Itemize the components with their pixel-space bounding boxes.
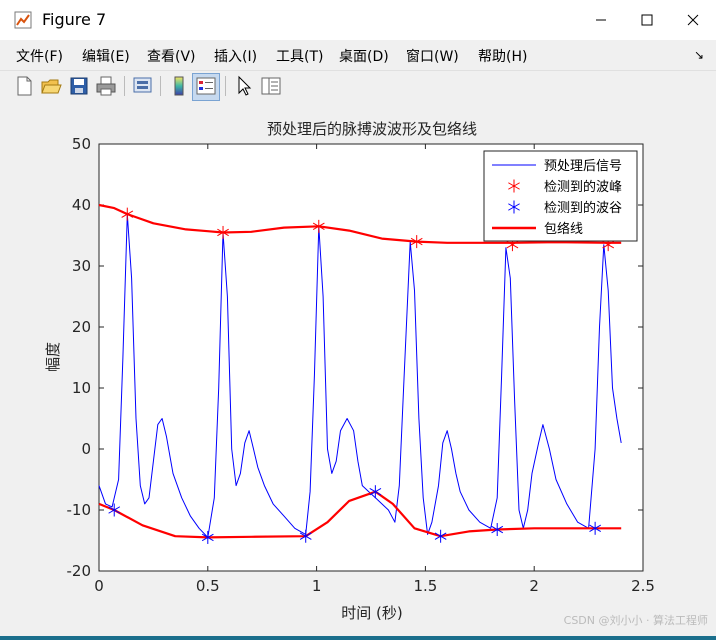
x-tick-label: 2 xyxy=(529,577,539,595)
figure-canvas: 预处理后的脉搏波波形及包络线 0 0.5 1 1.5 2 2.5 -20 -10 0 10 20 30… xyxy=(0,103,716,636)
new-figure-icon[interactable] xyxy=(12,74,36,98)
watermark: CSDN @刘小小 · 算法工程师 xyxy=(563,614,708,627)
y-tick-label: 50 xyxy=(72,135,91,153)
menu-insert[interactable]: 插入(I) xyxy=(214,46,257,66)
x-tick-label: 0 xyxy=(94,577,104,595)
x-tick-label: 1.5 xyxy=(413,577,437,595)
toolbar-separator xyxy=(225,76,226,96)
print-preview-icon[interactable] xyxy=(131,74,155,98)
maximize-button[interactable] xyxy=(624,0,670,40)
menu-help[interactable]: 帮助(H) xyxy=(478,46,527,66)
title-bar: Figure 7 xyxy=(0,0,716,40)
window-title: Figure 7 xyxy=(42,10,107,29)
y-tick-label: 20 xyxy=(72,318,91,336)
y-tick-label: 10 xyxy=(72,379,91,397)
minimize-icon xyxy=(596,19,606,21)
menu-bar: 文件(F) 编辑(E) 查看(V) 插入(I) 工具(T) 桌面(D) 窗口(W… xyxy=(0,40,716,70)
print-icon[interactable] xyxy=(94,74,118,98)
x-tick-label: 0.5 xyxy=(196,577,220,595)
menu-file[interactable]: 文件(F) xyxy=(16,46,63,66)
y-tick-label: 0 xyxy=(81,440,91,458)
y-tick-label: 30 xyxy=(72,257,91,275)
toolbar-separator xyxy=(124,76,125,96)
menu-window[interactable]: 窗口(W) xyxy=(406,46,459,66)
legend-entry-label: 检测到的波峰 xyxy=(544,179,622,195)
x-tick-label: 1 xyxy=(312,577,322,595)
property-editor-icon[interactable] xyxy=(259,74,283,98)
y-axis-label: 幅度 xyxy=(44,342,62,372)
save-icon[interactable] xyxy=(67,74,91,98)
matlab-figure-icon xyxy=(14,11,32,29)
legend[interactable]: 预处理后信号检测到的波峰检测到的波谷包络线 xyxy=(483,150,638,242)
close-icon xyxy=(687,14,699,26)
legend-icon[interactable] xyxy=(194,74,218,98)
legend-entry-label: 预处理后信号 xyxy=(544,159,622,174)
pointer-icon[interactable] xyxy=(232,74,256,98)
close-button[interactable] xyxy=(670,0,716,40)
menu-view[interactable]: 查看(V) xyxy=(147,46,196,66)
figure-window: Figure 7 文件(F) 编辑(E) 查看(V) 插入(I) 工具(T) 桌… xyxy=(0,0,716,636)
menu-tools[interactable]: 工具(T) xyxy=(276,46,323,66)
chart[interactable]: 预处理后的脉搏波波形及包络线 0 0.5 1 1.5 2 2.5 -20 -10 0 10 20 30… xyxy=(0,103,716,636)
toolbar-separator xyxy=(160,76,161,96)
colorbar-icon[interactable] xyxy=(167,74,191,98)
legend-entry-label: 检测到的波谷 xyxy=(544,200,622,216)
x-tick-label: 2.5 xyxy=(631,577,655,595)
menu-desktop[interactable]: 桌面(D) xyxy=(339,46,389,66)
dock-arrow-icon[interactable]: ↘ xyxy=(694,48,704,62)
maximize-icon xyxy=(641,14,653,26)
y-tick-label: -10 xyxy=(67,501,92,519)
minimize-button[interactable] xyxy=(578,0,624,40)
menu-edit[interactable]: 编辑(E) xyxy=(82,46,130,66)
x-axis-label: 时间 (秒) xyxy=(341,604,402,622)
toolbar xyxy=(0,70,716,104)
open-file-icon[interactable] xyxy=(39,74,63,98)
chart-title: 预处理后的脉搏波波形及包络线 xyxy=(267,120,477,138)
legend-entry-label: 包络线 xyxy=(544,221,583,237)
y-tick-label: 40 xyxy=(72,196,91,214)
y-tick-label: -20 xyxy=(67,562,92,580)
